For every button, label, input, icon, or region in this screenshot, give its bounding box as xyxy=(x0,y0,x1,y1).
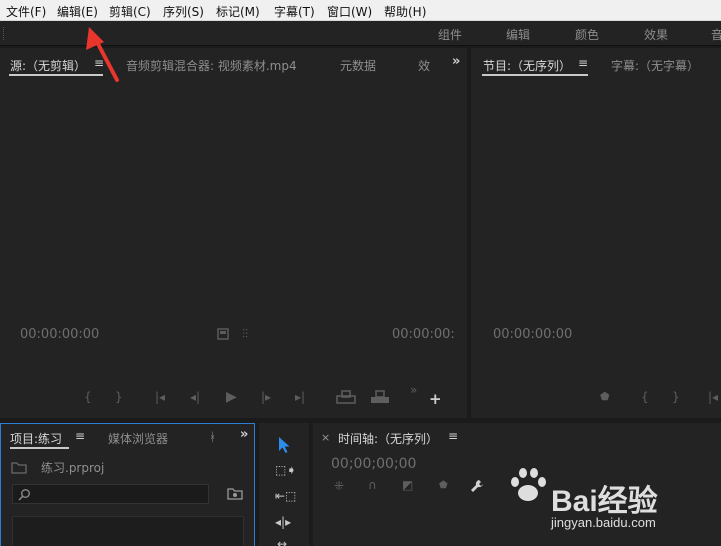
baidu-paw-logo-icon xyxy=(511,468,546,501)
baidu-jingyan-watermark: Bai经验 xyxy=(551,485,658,518)
watermark-url: jingyan.baidu.com xyxy=(551,515,656,530)
annotation-arrow-icon xyxy=(86,27,119,82)
